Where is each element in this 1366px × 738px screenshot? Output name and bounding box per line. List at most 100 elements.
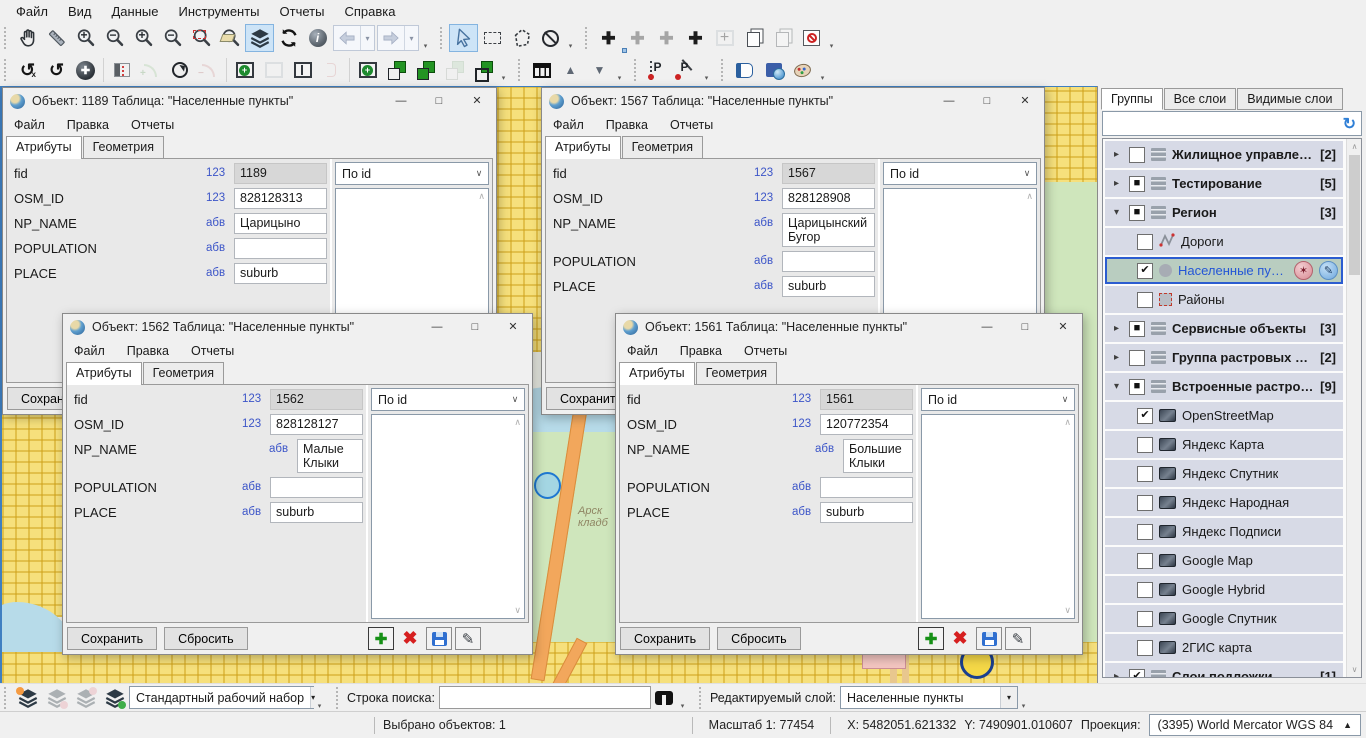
layer-checkbox[interactable] bbox=[1137, 553, 1153, 569]
layer-style-button[interactable] bbox=[788, 56, 817, 84]
workset-close-button[interactable] bbox=[71, 684, 100, 712]
tab-attributes[interactable]: Атрибуты bbox=[66, 362, 142, 385]
maximize-button[interactable]: □ bbox=[968, 88, 1006, 114]
split-object-button[interactable] bbox=[288, 56, 317, 84]
save-button[interactable]: Сохранить bbox=[620, 627, 710, 650]
expander-icon[interactable]: ▸ bbox=[1110, 671, 1123, 678]
layer-row[interactable]: Google Map bbox=[1105, 547, 1343, 574]
workset-new-button[interactable] bbox=[13, 684, 42, 712]
zoom-to-layer-button[interactable] bbox=[216, 24, 245, 52]
close-button[interactable]: ✕ bbox=[1006, 88, 1044, 114]
related-objects-list[interactable]: ∧∨ bbox=[371, 414, 525, 619]
field-value[interactable]: suburb bbox=[782, 276, 875, 297]
close-button[interactable]: ✕ bbox=[494, 314, 532, 340]
undo-button[interactable]: ↺x bbox=[13, 56, 42, 84]
tree-scrollbar[interactable]: ∧ ∨ bbox=[1346, 139, 1361, 677]
maximize-button[interactable]: □ bbox=[420, 88, 458, 114]
selected-feature-marker[interactable] bbox=[534, 472, 561, 499]
window-titlebar[interactable]: Объект: 1567 Таблица: "Населенные пункты… bbox=[542, 88, 1044, 114]
layer-checkbox[interactable] bbox=[1137, 582, 1153, 598]
toolbar-overflow-button[interactable]: ▾ bbox=[420, 42, 431, 53]
maximize-button[interactable]: □ bbox=[1006, 314, 1044, 340]
layer-style-icon[interactable]: ✶ bbox=[1294, 261, 1313, 280]
field-value[interactable]: suburb bbox=[270, 502, 363, 523]
geometry-add-square-button[interactable]: + bbox=[353, 56, 382, 84]
add-object-line-button[interactable]: ✚ bbox=[623, 24, 652, 52]
layer-checkbox[interactable] bbox=[1137, 640, 1153, 656]
minimize-button[interactable]: — bbox=[968, 314, 1006, 340]
minimize-button[interactable]: — bbox=[418, 314, 456, 340]
toolbar-overflow-button[interactable]: ▾ bbox=[817, 74, 828, 85]
tab-geometry[interactable]: Геометрия bbox=[143, 362, 224, 385]
toolbar-overflow-button[interactable]: ▾ bbox=[701, 74, 712, 85]
layer-group-row[interactable]: ▾■Встроенные растровые сл...[9] bbox=[1105, 373, 1343, 400]
sort-combo[interactable]: По id∨ bbox=[921, 388, 1075, 411]
related-objects-list[interactable]: ∧∨ bbox=[921, 414, 1075, 619]
merge-ring-button[interactable] bbox=[259, 56, 288, 84]
select-rectangle-button[interactable] bbox=[478, 24, 507, 52]
field-value[interactable]: Малые Клыки bbox=[297, 439, 363, 473]
zoom-out-button[interactable]: − bbox=[100, 24, 129, 52]
field-value[interactable] bbox=[820, 477, 913, 498]
window-titlebar[interactable]: Объект: 1562 Таблица: "Населенные пункты… bbox=[63, 314, 532, 340]
menu-edit[interactable]: Правка bbox=[67, 118, 109, 132]
layer-row[interactable]: Районы bbox=[1105, 286, 1343, 313]
menu-file[interactable]: Файл bbox=[627, 344, 658, 358]
toolbar-grip[interactable] bbox=[721, 59, 726, 81]
editable-layer-combo[interactable]: Населенные пункты▾ bbox=[840, 686, 1018, 709]
layer-checkbox[interactable]: ■ bbox=[1129, 379, 1145, 395]
menu-edit[interactable]: Правка bbox=[680, 344, 722, 358]
field-value[interactable] bbox=[270, 477, 363, 498]
layer-edit-icon[interactable]: ✎ bbox=[1319, 261, 1338, 280]
layer-row[interactable]: Яндекс Подписи bbox=[1105, 518, 1343, 545]
menu-data[interactable]: Данные bbox=[102, 2, 169, 21]
add-arc-button[interactable]: + bbox=[136, 56, 165, 84]
menu-file[interactable]: Файл bbox=[553, 118, 584, 132]
tab-geometry[interactable]: Геометрия bbox=[622, 136, 703, 159]
toolbar-grip[interactable] bbox=[4, 687, 9, 709]
minimize-button[interactable]: — bbox=[930, 88, 968, 114]
layer-checkbox[interactable]: ■ bbox=[1129, 205, 1145, 221]
expander-icon[interactable]: ▸ bbox=[1110, 149, 1123, 160]
scrollbar-thumb[interactable] bbox=[1349, 155, 1360, 275]
sort-combo[interactable]: По id∨ bbox=[883, 162, 1037, 185]
delete-record-button[interactable]: ✖ bbox=[947, 627, 973, 650]
chevron-down-icon[interactable]: ▾ bbox=[1000, 687, 1017, 708]
menu-reports[interactable]: Отчеты bbox=[270, 2, 335, 21]
join-parts-button[interactable] bbox=[317, 56, 346, 84]
delete-object-button[interactable] bbox=[797, 24, 826, 52]
layer-group-row[interactable]: ▸Жилищное управление[2] bbox=[1105, 141, 1343, 168]
field-value[interactable]: suburb bbox=[234, 263, 327, 284]
search-input[interactable] bbox=[439, 686, 651, 709]
add-record-button[interactable]: ✚ bbox=[918, 627, 944, 650]
layer-checkbox[interactable] bbox=[1137, 524, 1153, 540]
zoom-window-in-button[interactable]: + bbox=[129, 24, 158, 52]
minimize-button[interactable]: — bbox=[382, 88, 420, 114]
window-titlebar[interactable]: Объект: 1189 Таблица: "Населенные пункты… bbox=[3, 88, 496, 114]
field-value[interactable]: Царицынский Бугор bbox=[782, 213, 875, 247]
layers-visibility-button[interactable] bbox=[245, 24, 274, 52]
geometry-intersect-button[interactable] bbox=[411, 56, 440, 84]
save-button[interactable]: Сохранить bbox=[67, 627, 157, 650]
layer-row[interactable]: Google Спутник bbox=[1105, 605, 1343, 632]
layer-checkbox[interactable]: ✔ bbox=[1137, 263, 1153, 279]
layer-row[interactable]: Google Hybrid bbox=[1105, 576, 1343, 603]
move-layer-up-button[interactable]: ▲ bbox=[556, 56, 585, 84]
delete-record-button[interactable]: ✖ bbox=[397, 627, 423, 650]
layer-group-row[interactable]: ▸■Сервисные объекты[3] bbox=[1105, 315, 1343, 342]
scroll-down-icon[interactable]: ∨ bbox=[514, 605, 521, 616]
move-object-button[interactable]: ✚ bbox=[71, 56, 100, 84]
close-button[interactable]: ✕ bbox=[1044, 314, 1082, 340]
expander-icon[interactable]: ▸ bbox=[1110, 323, 1123, 334]
tab-attributes[interactable]: Атрибуты bbox=[619, 362, 695, 385]
reset-button[interactable]: Сбросить bbox=[717, 627, 801, 650]
layer-group-row[interactable]: ▸✔Слои подложки[1] bbox=[1105, 663, 1343, 678]
layer-checkbox[interactable] bbox=[1137, 292, 1153, 308]
menu-file[interactable]: Файл bbox=[6, 2, 58, 21]
layer-row[interactable]: Яндекс Спутник bbox=[1105, 460, 1343, 487]
zoom-in-button[interactable]: + bbox=[71, 24, 100, 52]
field-value[interactable]: suburb bbox=[820, 502, 913, 523]
tab-attributes[interactable]: Атрибуты bbox=[6, 136, 82, 159]
layer-row[interactable]: Яндекс Народная bbox=[1105, 489, 1343, 516]
workset-save-button[interactable] bbox=[42, 684, 71, 712]
